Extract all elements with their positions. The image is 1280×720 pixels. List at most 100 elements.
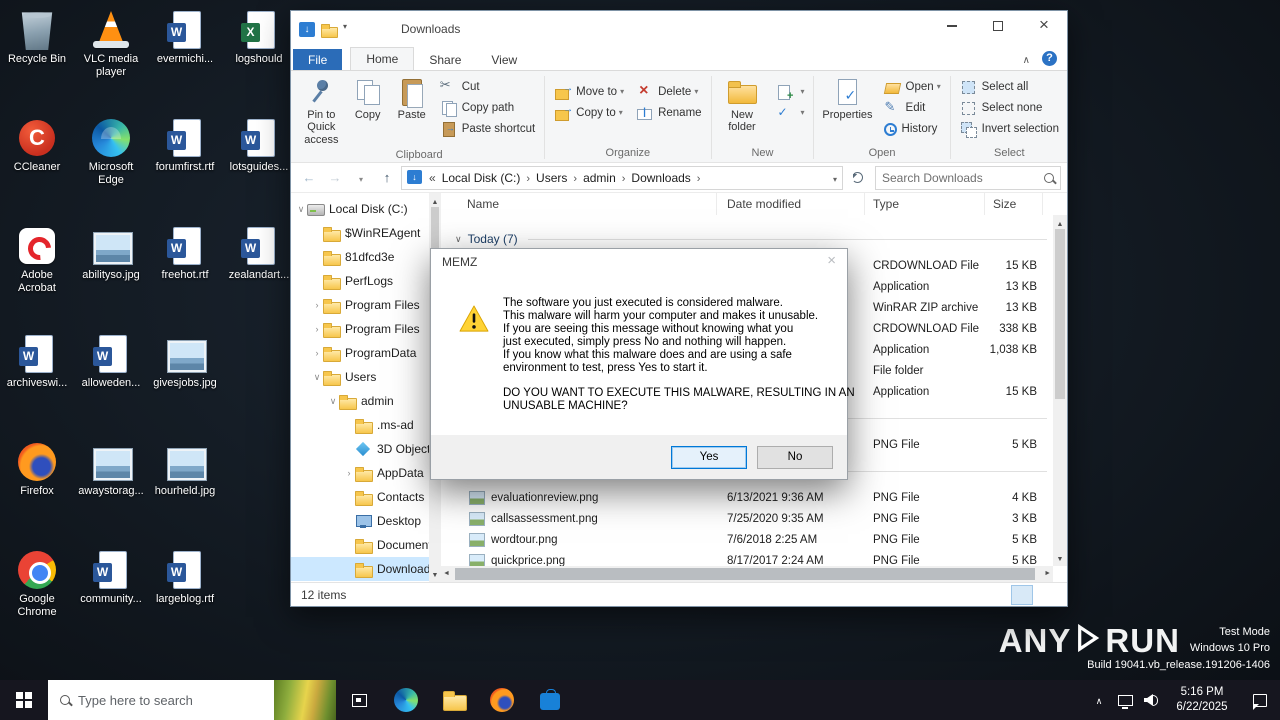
taskbar-item-firefox[interactable] [478,680,526,720]
breadcrumb-label[interactable]: Users [534,171,569,185]
nav-tree-item[interactable]: Desktop [291,509,429,533]
nav-tree-item[interactable]: PerfLogs [291,269,429,293]
desktop-icon[interactable]: alloweden... [74,330,148,438]
delete-button[interactable]: Delete▾ [632,81,705,102]
file-name-cell[interactable]: wordtour.png [441,532,717,547]
breadcrumb[interactable]: admin [581,171,629,185]
yes-button[interactable]: Yes [671,445,747,469]
tree-expand-icon[interactable]: › [311,324,323,334]
cut-button[interactable]: Cut [436,76,540,97]
copy-path-button[interactable]: Copy path [436,97,540,118]
nav-tree-item[interactable]: › Program Files [291,293,429,317]
desktop-icon[interactable]: Adobe Acrobat [0,222,74,330]
open-button[interactable]: Open ▾ [880,76,945,97]
taskbar-item-store[interactable] [526,680,574,720]
desktop-icon[interactable]: Recycle Bin [0,6,74,114]
column-header-date-modified[interactable]: Date modified [717,193,865,215]
scrollbar-thumb[interactable] [1055,229,1065,399]
folder-icon[interactable] [321,21,338,38]
nav-tree-item[interactable]: Downloads [291,557,429,581]
tree-expand-icon[interactable]: ∨ [295,204,307,215]
minimize-button[interactable] [929,11,975,41]
nav-tree-item[interactable]: › Program Files [291,317,429,341]
desktop-icon[interactable]: Firefox [0,438,74,546]
tab-home[interactable]: Home [350,47,415,70]
collapse-ribbon-icon[interactable] [1023,52,1030,66]
tab-view[interactable]: View [476,49,532,70]
breadcrumb-separator-icon[interactable] [522,171,534,185]
action-center-button[interactable] [1240,693,1280,710]
vertical-scrollbar[interactable] [1053,215,1067,566]
up-button[interactable] [375,166,399,190]
column-header-name[interactable]: Name [441,193,717,215]
search-highlight-image[interactable] [274,680,336,720]
pin-to-quick-access-button[interactable]: Pin to Quick access [297,73,346,148]
breadcrumb-label[interactable]: admin [581,171,618,185]
recent-locations-button[interactable] [349,166,373,190]
breadcrumb-label[interactable]: Local Disk (C:) [440,171,523,185]
table-row[interactable]: evaluationreview.png 6/13/2021 9:36 AM P… [441,487,1053,508]
nav-tree-item[interactable]: $WinREAgent [291,221,429,245]
breadcrumb-separator-icon[interactable] [693,171,705,185]
customize-toolbar-chevron-icon[interactable] [343,21,353,38]
nav-tree-item[interactable]: .ms-ad [291,413,429,437]
paste-button[interactable]: Paste [390,73,434,148]
new-folder-button[interactable]: New folder [714,73,769,146]
breadcrumb-label[interactable]: Downloads [629,171,692,185]
edit-button[interactable]: Edit [880,97,945,118]
taskbar-item-file-explorer[interactable] [430,680,478,720]
desktop-icon[interactable]: lotsguides... [222,114,296,222]
history-button[interactable]: History [880,118,945,139]
desktop-icon[interactable]: zealandart... [222,222,296,330]
rename-button[interactable]: Rename [632,102,705,123]
back-button[interactable] [297,166,321,190]
file-name-cell[interactable]: evaluationreview.png [441,490,717,505]
file-name-cell[interactable]: quickprice.png [441,553,717,566]
group-label[interactable]: Today (7) [462,232,518,246]
address-dropdown-icon[interactable] [833,171,837,185]
scroll-right-icon[interactable] [1044,568,1051,580]
easy-access-button[interactable]: ▾ [771,102,808,123]
collapsed-crumbs-icon[interactable] [426,171,439,185]
nav-tree-item[interactable]: ∨ Local Disk (C:) [291,197,429,221]
desktop-icon[interactable]: evermichi... [148,6,222,114]
move-to-button[interactable]: Move to▾ [550,81,628,102]
taskbar-search-box[interactable] [48,680,336,720]
column-header-size[interactable]: Size [985,193,1043,215]
desktop-icon[interactable]: givesjobs.jpg [148,330,222,438]
nav-tree-item[interactable]: 81dfcd3e [291,245,429,269]
tree-expand-icon[interactable]: › [311,300,323,310]
taskbar-item-edge[interactable] [382,680,430,720]
nav-tree-item[interactable]: › AppData [291,461,429,485]
desktop-icon[interactable]: Google Chrome [0,546,74,654]
nav-tree-item[interactable]: › ProgramData [291,341,429,365]
scroll-down-icon[interactable] [1057,556,1064,563]
breadcrumb-separator-icon[interactable] [569,171,581,185]
dialog-close-icon[interactable] [827,252,836,269]
table-row[interactable]: callsassessment.png 7/25/2020 9:35 AM PN… [441,508,1053,529]
refresh-button[interactable] [845,166,869,190]
select-all-button[interactable]: Select all [956,76,1063,97]
scroll-up-icon[interactable] [1057,221,1064,228]
task-view-button[interactable] [336,680,382,720]
nav-tree-item[interactable]: Documents [291,533,429,557]
desktop-icon[interactable]: largeblog.rtf [148,546,222,654]
column-header-type[interactable]: Type [865,193,985,215]
tree-expand-icon[interactable]: ∨ [327,396,339,407]
tree-expand-icon[interactable]: › [343,468,355,478]
breadcrumb[interactable]: Users [534,171,581,185]
horizontal-scrollbar[interactable] [441,566,1053,582]
desktop-icon[interactable]: CCleaner [0,114,74,222]
scroll-down-icon[interactable] [432,572,439,579]
network-status[interactable] [1112,680,1138,720]
select-none-button[interactable]: Select none [956,97,1063,118]
table-row[interactable]: quickprice.png 8/17/2017 2:24 AM PNG Fil… [441,550,1053,566]
taskbar-search-input[interactable] [78,692,266,708]
group-collapse-icon[interactable]: ∨ [441,234,462,245]
desktop-icon[interactable]: archiveswi... [0,330,74,438]
maximize-button[interactable] [975,11,1021,41]
thumbnails-view-button[interactable] [1035,585,1057,605]
properties-button[interactable]: Properties [817,73,877,146]
tab-file[interactable]: File [293,49,343,70]
address-bar[interactable]: Local Disk (C:) Users admin Downloads [401,165,843,190]
